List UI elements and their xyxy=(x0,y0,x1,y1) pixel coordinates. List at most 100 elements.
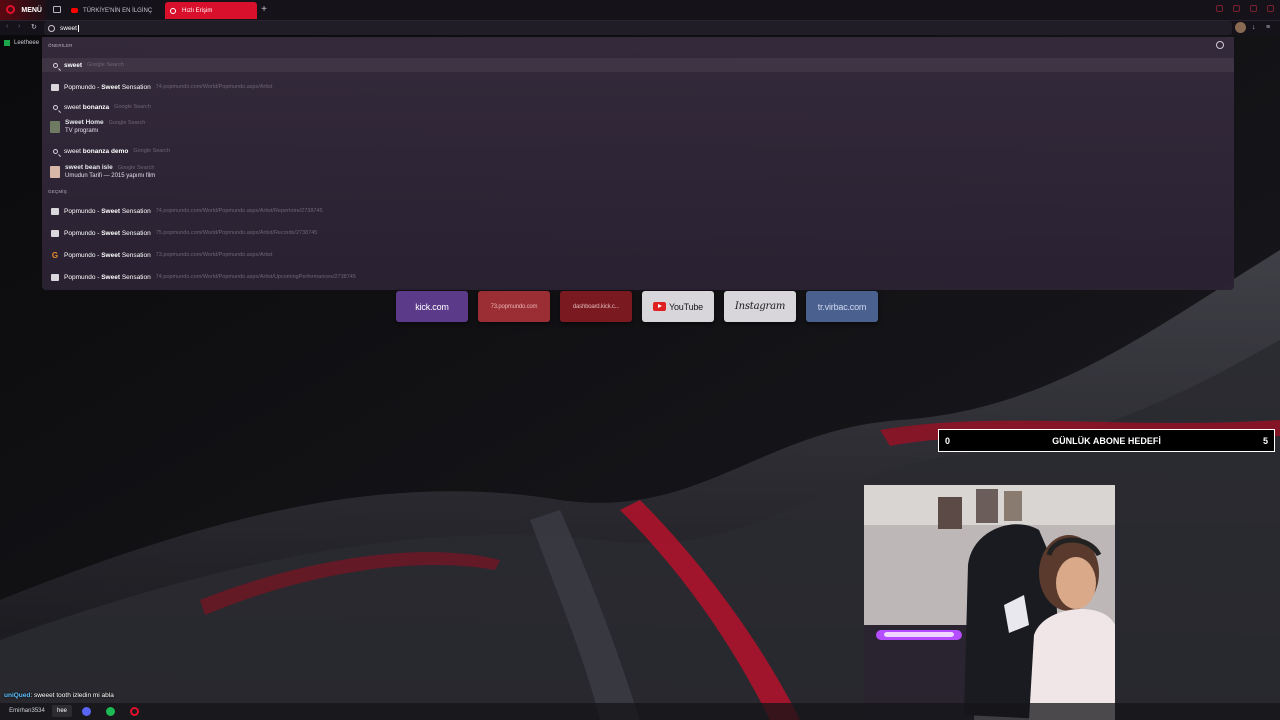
google-icon: G xyxy=(51,250,59,260)
popmundo-icon xyxy=(50,273,60,281)
reload-icon[interactable]: ↻ xyxy=(31,23,37,31)
suggestion-source: Google Search xyxy=(87,62,124,68)
history-item[interactable]: Popmundo - Sweet Sensation 74.popmundo.c… xyxy=(42,204,1234,218)
title-prefix: Popmundo - xyxy=(64,83,102,91)
tab-youtube-video[interactable]: TÜRKİYE'NİN EN İLGİNÇ xyxy=(66,2,162,19)
opera-menu-button[interactable]: MENÜ xyxy=(0,0,46,20)
close-icon[interactable] xyxy=(1267,5,1274,12)
speed-dial-youtube[interactable]: YouTube xyxy=(642,291,714,322)
subscriber-goal-overlay: 0 GÜNLÜK ABONE HEDEFİ 5 xyxy=(938,429,1275,452)
gear-icon[interactable] xyxy=(1216,41,1224,49)
download-icon[interactable]: ↓ xyxy=(1252,24,1256,31)
chat-text: : sweeet tooth izledin mi abla xyxy=(30,692,114,699)
easy-setup-icon[interactable]: ≡ xyxy=(1266,24,1270,31)
speed-dial-instagram[interactable]: Instagram xyxy=(724,291,796,322)
discord-icon[interactable] xyxy=(80,705,92,717)
suggestion-item[interactable]: sweet bonanza Google Search xyxy=(42,100,1234,114)
title-match: Sweet xyxy=(101,83,121,91)
suggestion-subtitle: TV programı xyxy=(65,128,99,134)
title-suffix: Sensation xyxy=(120,229,151,237)
title-suffix: Sensation xyxy=(120,273,151,281)
title-prefix: sweet xyxy=(64,103,83,111)
speed-dial-virbac[interactable]: tr.virbac.com xyxy=(806,291,878,322)
bookmark-label: Leetheee xyxy=(14,40,40,46)
minimize-icon[interactable] xyxy=(1233,5,1240,12)
suggestion-title: sweet xyxy=(64,61,83,69)
bookmark-item[interactable]: Leetheee xyxy=(4,40,39,46)
search-icon xyxy=(50,148,60,154)
title-prefix: Popmundo - xyxy=(64,273,102,281)
search-icon xyxy=(50,62,60,68)
menu-label: MENÜ xyxy=(21,6,42,14)
chat-message: uniQued: sweeet tooth izledin mi abla xyxy=(4,692,114,699)
tab-manager-icon[interactable] xyxy=(53,6,61,13)
opera-gx-icon xyxy=(170,7,176,14)
forward-icon[interactable]: › xyxy=(18,23,20,30)
title-prefix: Popmundo - xyxy=(64,207,102,215)
suggestion-source: Google Search xyxy=(114,104,151,110)
suggestion-title: Sweet Home xyxy=(65,119,104,126)
title-suffix: Sensation xyxy=(120,251,151,259)
suggestion-title: sweet bean isle xyxy=(65,164,113,171)
maximize-icon[interactable] xyxy=(1250,5,1257,12)
search-icon xyxy=(50,104,60,110)
title-match: bonanza demo xyxy=(82,147,129,155)
section-header-suggestions: ÖNERİLER xyxy=(48,43,73,48)
new-tab-button[interactable]: + xyxy=(259,4,269,16)
spotify-icon[interactable] xyxy=(104,705,116,717)
google-search-icon xyxy=(48,24,55,32)
opera-gx-logo-icon xyxy=(6,5,15,14)
suggestion-item[interactable]: sweet bonanza demo Google Search xyxy=(42,144,1234,158)
speed-dial-label: 73.popmundo.com xyxy=(490,303,538,310)
title-suffix: Sensation xyxy=(120,207,151,215)
speed-dial-kick[interactable]: kick.com xyxy=(396,291,468,322)
taskbar xyxy=(0,703,1280,720)
history-item[interactable]: G Popmundo - Sweet Sensation 73.popmundo… xyxy=(42,248,1234,262)
tab-label: TÜRKİYE'NİN EN İLGİNÇ xyxy=(83,7,153,14)
popmundo-icon xyxy=(50,207,60,215)
profile-avatar[interactable] xyxy=(1235,22,1246,33)
section-header-history: GEÇMİŞ xyxy=(48,189,67,194)
suggestion-item[interactable]: sweet bean isle Google Search Umudun Tari… xyxy=(42,161,1234,183)
suggestion-item[interactable]: Popmundo - Sweet Sensation 74.popmundo.c… xyxy=(42,80,1234,94)
title-match: Sweet xyxy=(101,273,121,281)
speed-dial-label: dashboard.kick.c... xyxy=(572,303,620,310)
taskbar-app-hee[interactable]: hee xyxy=(52,705,72,717)
title-prefix: Popmundo - xyxy=(64,251,102,259)
tab-label: Hızlı Erişim xyxy=(182,7,213,14)
speed-dial-popmundo[interactable]: 73.popmundo.com xyxy=(478,291,550,322)
title-match: Sweet xyxy=(101,229,121,237)
search-tabs-icon[interactable] xyxy=(1216,5,1223,12)
speed-dial-label: kick.com xyxy=(415,301,449,312)
suggestion-source: Google Search xyxy=(133,148,171,154)
suggestion-item[interactable]: sweet Google Search xyxy=(42,58,1234,72)
history-item[interactable]: Popmundo - Sweet Sensation 74.popmundo.c… xyxy=(42,270,1234,284)
popmundo-icon xyxy=(50,229,60,237)
goal-target: 5 xyxy=(1262,435,1268,446)
taskbar-user-label: Emirhan3534 xyxy=(9,708,45,714)
popmundo-icon xyxy=(50,83,60,91)
thumbnail-icon xyxy=(50,166,60,178)
history-url: 73.popmundo.com/World/Popmundo.aspx/Arti… xyxy=(155,252,273,258)
window-controls xyxy=(1216,5,1274,12)
title-match: bonanza xyxy=(82,103,110,111)
speed-dial-label: YouTube xyxy=(669,301,703,312)
title-match: Sweet xyxy=(101,207,121,215)
address-bar[interactable]: sweet xyxy=(44,21,1232,35)
opera-gx-taskbar-icon[interactable] xyxy=(128,705,140,717)
suggestion-source: Google Search xyxy=(117,165,155,171)
history-url: 74.popmundo.com/World/Popmundo.aspx/Arti… xyxy=(155,274,356,280)
tab-speed-dial[interactable]: Hızlı Erişim xyxy=(165,2,257,19)
speed-dial-kick-dashboard[interactable]: dashboard.kick.c... xyxy=(560,291,632,322)
youtube-icon xyxy=(71,8,78,13)
address-input[interactable]: sweet xyxy=(60,25,77,32)
history-url: 75.popmundo.com/World/Popmundo.aspx/Arti… xyxy=(155,230,318,236)
history-item[interactable]: Popmundo - Sweet Sensation 75.popmundo.c… xyxy=(42,226,1234,240)
title-prefix: sweet xyxy=(64,147,83,155)
address-suggestions-dropdown: ÖNERİLER sweet Google Search Popmundo - … xyxy=(42,37,1234,290)
back-icon[interactable]: ‹ xyxy=(6,23,8,30)
bookmark-icon xyxy=(4,40,10,46)
speed-dial-label: tr.virbac.com xyxy=(817,301,867,312)
suggestion-item[interactable]: Sweet Home Google Search TV programı xyxy=(42,116,1234,138)
title-match: Sweet xyxy=(101,251,121,259)
